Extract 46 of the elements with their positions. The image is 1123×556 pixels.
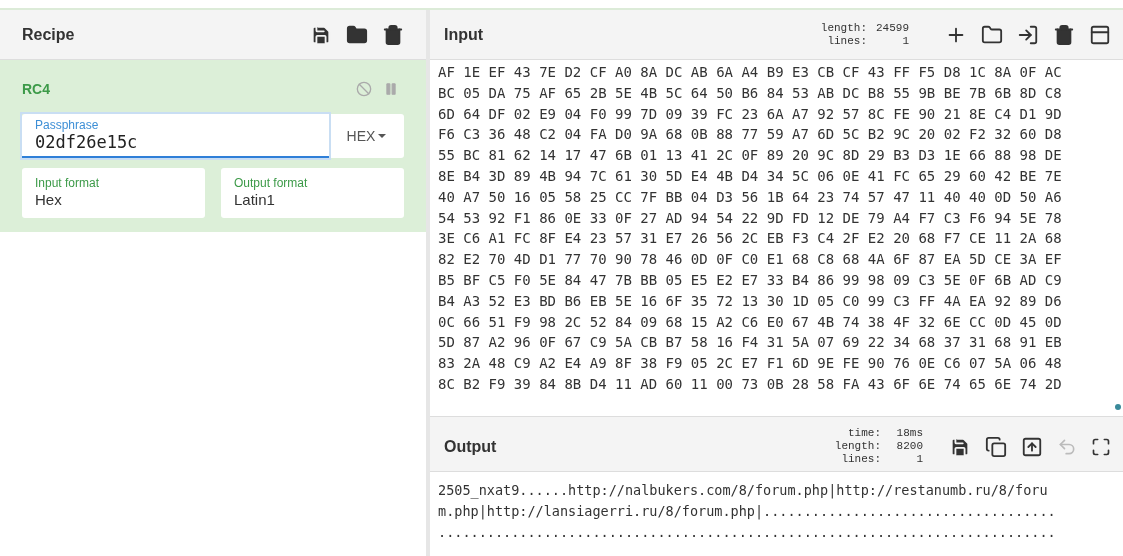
hex-row-text: 40 A7 50 16 05 58 25 CC 7F BB 04 D3 56 1B 64 23 74 57 47 11 40 40 0D 50 A6 [438,187,1062,207]
maximize-icon[interactable] [1091,436,1111,457]
folder-icon[interactable] [981,23,1003,46]
hex-row-text: 54 53 92 F1 86 0E 33 0F 27 AD 94 54 22 9D FD 12 DE 79 A4 F7 C3 F6 94 5E 78 [438,208,1062,228]
output-stat-value: 18ms [895,427,923,440]
input-stat-label: lines: [827,34,867,48]
hex-row-text: AF 1E EF 43 7E D2 CF A0 8A DC AB 6A A4 B9 E3 CB CF 43 FF F5 D8 1C 8A 0F AC [438,63,1062,82]
output-line: m.php|http://lansiagerri.ru/8/forum.php|.................................... [438,502,1056,522]
output-stat-label: time: [848,427,881,440]
hex-row-text: BC 05 DA 75 AF 65 2B 5E 4B 5C 64 50 B6 84 53 AB DC B8 55 9B BE 7B 6B 8D C8 [438,83,1062,103]
input-stat-value: 24599 [875,21,909,35]
import-icon[interactable] [1017,23,1039,46]
hex-row-text: 83 2A 48 C9 A2 E4 A9 8F 38 F9 05 2C E7 F1 6D 9E FE 90 76 0E C6 07 5A 06 48 [438,354,1062,374]
recipe-title: Recipe [22,24,75,45]
input-stat-value: 1 [901,34,909,48]
hex-row-text: 6D 64 DF 02 E9 04 F0 99 7D 09 39 FC 23 6A A7 92 57 8C FE 90 21 8E C4 D1 9D [438,104,1062,124]
format-dropdown[interactable]: HEX [329,114,404,158]
output-line: 2505_nxat9......http://nalbukers.com/8/forum.php|http://restanumb.ru/8/foru [438,481,1048,501]
hex-row-text: B5 BF C5 F0 5E 84 47 7B BB 05 E5 E2 E7 33 B4 86 99 98 09 C3 5E 0F 6B AD C9 [438,270,1062,290]
hex-row-text: 8C B2 F9 39 84 8B D4 11 AD 60 11 00 73 0B 28 58 FA 43 6F 6E 74 65 6E 74 2D [438,374,1062,394]
output-stat-label: length: [834,440,881,453]
format-field[interactable]: Input format Hex [22,168,205,218]
input-stat-label: length: [820,21,867,35]
hex-row-text: 3E C6 A1 FC 8F E4 23 57 31 E7 26 56 2C EB F3 C4 2F E2 20 68 F7 CE 11 2A 68 [438,229,1062,249]
replace-input-icon[interactable] [1021,435,1043,458]
passphrase-field[interactable]: Passphrase 02df26e15c [22,114,329,158]
trash-icon[interactable] [382,23,404,46]
hex-row-text: 55 BC 81 62 14 17 47 6B 01 13 41 2C 0F 89 20 9C 8D 29 B3 D3 1E 66 88 98 DE [438,146,1062,166]
operation-title: RC4 [22,79,50,99]
output-title: Output [444,436,497,457]
hex-row-text: 0C 66 51 F9 98 2C 52 84 09 68 15 A2 C6 E0 67 4B 74 38 4F 32 6E CC 0D 45 0D [438,312,1062,332]
output-stat-label: lines: [841,453,881,466]
folder-icon[interactable] [346,23,368,46]
format-field[interactable]: Output format Latin1 [221,168,404,218]
layout-icon[interactable] [1089,23,1111,46]
hex-row-text: 82 E2 70 4D D1 77 70 90 78 46 0D 0F C0 E1 68 C8 68 4A 6F 87 EA 5D CE 3A EF [438,250,1062,270]
hex-row-text: F6 C3 36 48 C2 04 FA D0 9A 68 0B 88 77 59 A7 6D 5C B2 9C 20 02 F2 32 60 D8 [438,125,1062,145]
output-stat-value: 8200 [895,440,923,453]
input-title: Input [444,24,484,45]
output-line: ............................................................................ [438,523,1056,542]
hex-row-text: 8E B4 3D 89 4B 94 7C 61 30 5D E4 4B D4 34 5C 06 0E 41 FC 65 29 60 42 BE 7E [438,167,1062,186]
hex-row-text: B4 A3 52 E3 BD B6 EB 5E 16 6F 35 72 13 30 1D 05 C0 99 C3 FF 4A EA 92 89 D6 [438,291,1062,311]
copy-icon[interactable] [985,435,1007,458]
trash-icon[interactable] [1053,23,1075,46]
output-stat-value: 1 [915,453,923,466]
hex-row-text: 5D 87 A2 96 0F 67 C9 5A CB B7 58 16 F4 31 5A 07 69 22 34 68 37 31 68 91 EB [438,333,1062,353]
